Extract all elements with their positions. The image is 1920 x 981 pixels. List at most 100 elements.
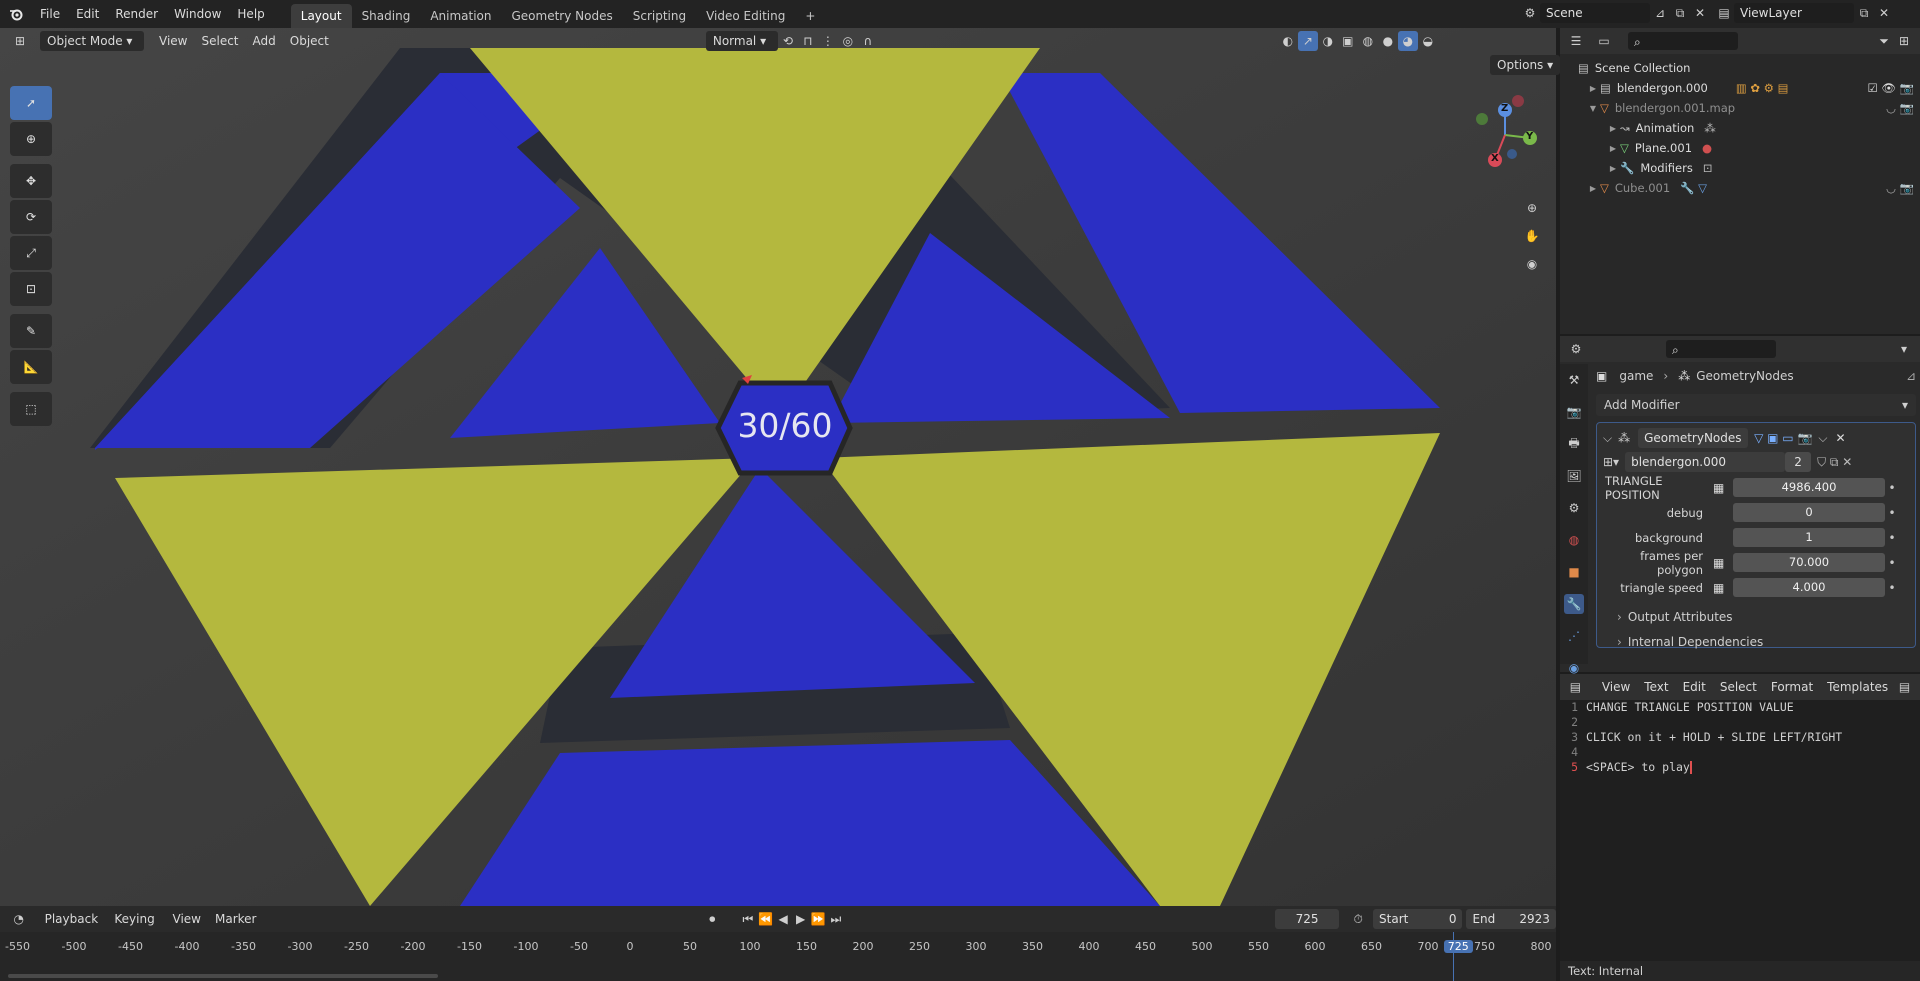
filter-icon[interactable]: ⏷ (1874, 31, 1894, 51)
tab-shading[interactable]: Shading (352, 4, 421, 28)
debug-field[interactable]: 0 (1733, 503, 1885, 522)
new-view-layer-icon[interactable]: ⧉ (1854, 3, 1874, 23)
material-shading-icon[interactable]: ◕ (1397, 31, 1418, 51)
gizmo-toggle-icon[interactable]: ↗ (1297, 31, 1318, 51)
timeline-scrollbar[interactable] (8, 974, 438, 978)
menu-help[interactable]: Help (229, 2, 272, 26)
node-tree-icon[interactable]: ⊞▾ (1603, 455, 1619, 469)
jump-end-icon[interactable]: ⏭ (827, 909, 845, 929)
visibility-icon[interactable]: ◐ (1278, 31, 1298, 51)
record-icon[interactable]: ⏺ (703, 909, 721, 929)
next-keyframe-icon[interactable]: ⏩ (809, 909, 827, 929)
scene-tab-icon[interactable]: ⚙ (1564, 498, 1584, 518)
menu-format[interactable]: Format (1764, 677, 1820, 697)
display-mode-icon[interactable]: ▭ (1594, 31, 1614, 51)
triangle-position-field[interactable]: 4986.400 (1733, 478, 1885, 497)
transform-tool[interactable]: ⊡ (10, 272, 52, 306)
modifier-tab-icon[interactable]: 🔧 (1564, 594, 1584, 614)
pin-icon[interactable]: ⊿ (1906, 369, 1916, 383)
properties-editor-icon[interactable]: ⚙ (1566, 339, 1586, 359)
tool-tab-icon[interactable]: ⚒ (1564, 370, 1584, 390)
timeline-ruler[interactable]: -550 -500 -450 -400 -350 -300 -250 -200 -150 -100… (0, 932, 1556, 981)
new-scene-icon[interactable]: ⧉ (1670, 3, 1690, 23)
proportional-edit-icon[interactable]: ◎ (838, 31, 858, 51)
modifier-menu-icon[interactable]: ⌵ (1818, 431, 1827, 446)
orientation-dropdown[interactable]: Normal ▾ (705, 31, 778, 51)
editor-type-icon[interactable]: ⊞ (10, 31, 30, 51)
menu-object[interactable]: Object (283, 31, 336, 51)
options-chevron-icon[interactable]: ▾ (1894, 339, 1914, 359)
keyframe-dot-icon[interactable]: • (1885, 581, 1899, 595)
visibility-toggles[interactable]: ◡ 📷 (1886, 101, 1914, 115)
tab-layout[interactable]: Layout (290, 4, 352, 28)
current-frame-field[interactable]: 725 (1274, 909, 1340, 929)
menu-view[interactable]: View (1595, 677, 1637, 697)
cursor-tool[interactable]: ⊕ (10, 122, 52, 156)
node-group-actions[interactable]: ⛉ ⧉ ✕ (1817, 455, 1852, 470)
options-dropdown[interactable]: Options ▾ (1490, 55, 1561, 75)
solid-shading-icon[interactable]: ● (1378, 31, 1398, 51)
measure-tool[interactable]: 📐 (10, 350, 52, 384)
tab-geometry-nodes[interactable]: Geometry Nodes (502, 4, 623, 28)
stopwatch-icon[interactable]: ⏱ (1349, 909, 1367, 929)
new-collection-icon[interactable]: ⊞ (1894, 31, 1914, 51)
snap-target-icon[interactable]: ⋮ (818, 31, 838, 51)
expand-arrow-icon[interactable]: ▶ (1606, 164, 1620, 173)
world-tab-icon[interactable]: ◍ (1564, 530, 1584, 550)
node-group-users[interactable]: 2 (1785, 452, 1812, 472)
node-group-field[interactable]: blendergon.000 (1625, 452, 1786, 472)
keying-menu[interactable]: Keying ▾ (107, 909, 165, 946)
outliner-search-input[interactable]: ⌕ (1628, 32, 1738, 50)
menu-add[interactable]: Add (246, 31, 283, 51)
output-tab-icon[interactable]: 🖶 (1564, 434, 1584, 454)
outliner-row-cube-001[interactable]: ▶ ▽ Cube.001 🔧 ▽ ◡ 📷 (1560, 178, 1920, 198)
view-layer-tab-icon[interactable]: 🖼 (1564, 466, 1584, 486)
text-editor-body[interactable]: 1 CHANGE TRIANGLE POSITION VALUE 2 3 CLI… (1560, 700, 1920, 775)
falloff-icon[interactable]: ∩ (858, 31, 878, 51)
outliner-editor-icon[interactable]: ☰ (1566, 31, 1586, 51)
particles-tab-icon[interactable]: ⋰ (1564, 626, 1584, 646)
outliner-row-blendergon-001-map[interactable]: ▼ ▽ blendergon.001.map ◡ 📷 (1560, 98, 1920, 118)
rendered-shading-icon[interactable]: ◒ (1418, 31, 1438, 51)
snap-icon[interactable]: ⊓ (798, 31, 818, 51)
collapse-icon[interactable]: ⌵ (1603, 431, 1612, 446)
start-frame-field[interactable]: Start 0 (1373, 909, 1463, 929)
expand-arrow-icon[interactable]: ▶ (1586, 184, 1600, 193)
object-tab-icon[interactable]: ■ (1564, 562, 1584, 582)
attribute-toggle-icon[interactable]: ▦ (1713, 481, 1727, 495)
select-box-tool[interactable]: ➚ (10, 86, 52, 120)
visibility-toggles[interactable]: ◡ 📷 (1886, 181, 1914, 195)
delete-scene-icon[interactable]: ✕ (1690, 3, 1710, 23)
add-cube-tool[interactable]: ⬚ (10, 392, 52, 426)
internal-dependencies-subpanel[interactable]: › Internal Dependencies (1603, 629, 1909, 654)
output-attributes-subpanel[interactable]: › Output Attributes (1603, 604, 1909, 629)
menu-select[interactable]: Select (194, 31, 245, 51)
end-frame-field[interactable]: End 2923 (1466, 909, 1556, 929)
pivot-icon[interactable]: ⟲ (778, 31, 798, 51)
jump-start-icon[interactable]: ⏮ (739, 909, 757, 929)
menu-text[interactable]: Text (1637, 677, 1675, 697)
outliner-row-modifiers[interactable]: ▶ 🔧 Modifiers ⊡ (1560, 158, 1920, 178)
clock-icon[interactable]: ◔ (10, 909, 28, 929)
attribute-toggle-icon[interactable]: ▦ (1713, 581, 1727, 595)
add-workspace-button[interactable]: + (795, 4, 825, 28)
menu-render[interactable]: Render (107, 2, 166, 26)
keyframe-dot-icon[interactable]: • (1885, 481, 1899, 495)
menu-view[interactable]: View (152, 31, 194, 51)
xray-icon[interactable]: ▣ (1338, 31, 1358, 51)
navigation-gizmo[interactable]: Z Y X (1460, 90, 1540, 180)
keyframe-dot-icon[interactable]: • (1885, 556, 1899, 570)
text-editor-icon[interactable]: ▤ (1566, 677, 1585, 697)
menu-view[interactable]: View (166, 909, 208, 929)
scale-tool[interactable]: ⤢ (10, 236, 52, 270)
blender-logo-icon[interactable] (6, 4, 26, 24)
prev-keyframe-icon[interactable]: ⏪ (757, 909, 775, 929)
modifier-toggle-icons[interactable]: ▽ ▣ ▭ 📷 (1754, 431, 1812, 445)
triangle-speed-field[interactable]: 4.000 (1733, 578, 1885, 597)
menu-edit[interactable]: Edit (1676, 677, 1713, 697)
tab-video-editing[interactable]: Video Editing (696, 4, 795, 28)
expand-arrow-icon[interactable]: ▼ (1586, 104, 1600, 113)
scene-field[interactable]: Scene (1540, 3, 1650, 23)
outliner-row-blendergon-000[interactable]: ▶ ▤ blendergon.000 ▥ ✿ ⚙ ▤ ☑ 👁 📷 (1560, 78, 1920, 98)
outliner-row-plane-001[interactable]: ▶ ▽ Plane.001 ● (1560, 138, 1920, 158)
